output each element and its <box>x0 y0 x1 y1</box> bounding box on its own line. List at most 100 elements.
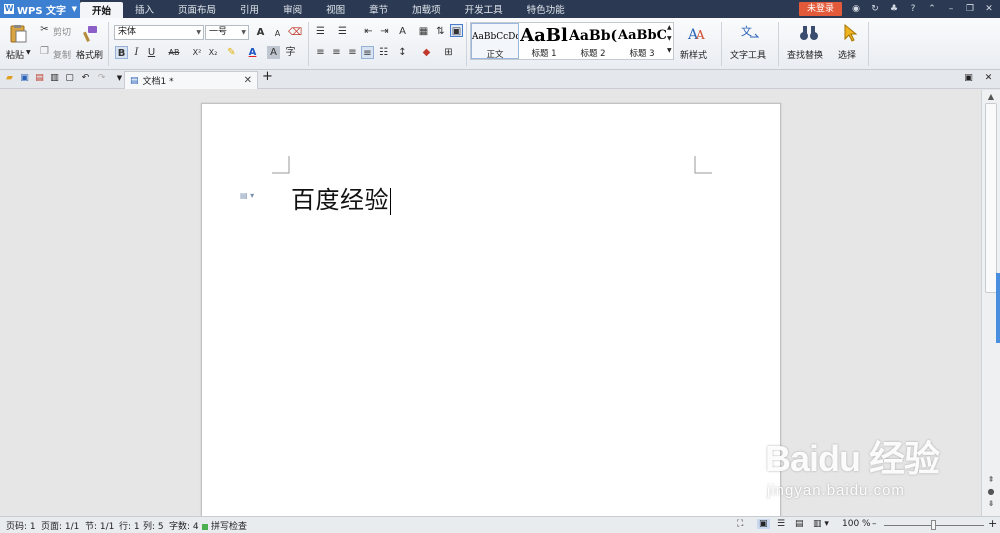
bullet-list-icon[interactable]: ☰ <box>314 25 327 38</box>
style-gallery-item[interactable]: AaBl 标题 1 <box>520 23 568 59</box>
menu-tab[interactable]: 特色功能 <box>515 0 577 18</box>
clear-format-icon[interactable]: ⌫ <box>288 26 302 39</box>
increase-indent-icon[interactable]: ⇥ <box>378 25 391 38</box>
menu-tab[interactable]: 页面布局 <box>166 0 228 18</box>
binoculars-icon[interactable] <box>799 23 819 43</box>
menu-tab[interactable]: 视图 <box>314 0 357 18</box>
gallery-scroll-up-icon[interactable]: ▲ <box>667 24 672 31</box>
align-center-icon[interactable]: ≡ <box>330 46 343 59</box>
menu-tab[interactable]: 插入 <box>123 0 166 18</box>
menu-tab[interactable]: 加载项 <box>400 0 453 18</box>
previous-page-icon[interactable]: ⇞ <box>986 475 996 485</box>
spell-check-toggle[interactable]: 拼写检查 <box>202 519 247 532</box>
zoom-slider-thumb[interactable] <box>931 520 936 530</box>
print-preview-icon[interactable]: ▢ <box>64 73 75 84</box>
reading-view-icon[interactable]: ▥ ▾ <box>813 519 829 529</box>
align-left-icon[interactable]: ≡ <box>314 46 327 59</box>
chinese-layout-icon[interactable]: A <box>396 25 409 38</box>
font-size-select[interactable]: 一号 ▼ <box>205 25 249 40</box>
paragraph-layout-icon[interactable]: ▤ ▾ <box>240 191 258 201</box>
paste-dropdown-icon[interactable]: ▼ <box>26 49 31 56</box>
shrink-font-icon[interactable]: A <box>271 27 284 40</box>
char-shading-icon[interactable]: A <box>267 46 280 59</box>
text-tools-button[interactable]: 文字工具 <box>730 48 766 61</box>
bold-button[interactable]: B <box>115 46 128 59</box>
align-right-icon[interactable]: ≡ <box>346 46 359 59</box>
save-icon[interactable]: ▣ <box>19 73 30 84</box>
menu-tab[interactable]: 引用 <box>228 0 271 18</box>
numbered-list-icon[interactable]: ☰ <box>336 25 349 38</box>
shading-icon[interactable]: ◆ <box>420 46 433 59</box>
underline-button[interactable]: U <box>145 46 158 59</box>
table-icon[interactable]: ▦ <box>417 25 430 38</box>
zoom-out-button[interactable]: – <box>872 519 877 529</box>
undo-icon[interactable]: ↶ <box>80 73 91 84</box>
redo-icon[interactable]: ↷ <box>96 73 107 84</box>
document-body-text[interactable]: 百度经验 <box>291 180 391 215</box>
open-folder-icon[interactable]: ▰ <box>4 73 15 84</box>
distribute-icon[interactable]: ☷ <box>377 46 390 59</box>
font-name-select[interactable]: 宋体 ▼ <box>114 25 204 40</box>
copy-icon[interactable]: ❐ <box>38 45 51 58</box>
show-marks-icon[interactable]: ▣ <box>450 24 463 37</box>
style-gallery-item[interactable]: AaBb(标题 2 <box>569 23 617 59</box>
sort-icon[interactable]: ⇅ <box>434 25 447 38</box>
sync-icon[interactable]: ↻ <box>870 4 880 14</box>
print-icon[interactable]: ▥ <box>49 73 60 84</box>
cut-button[interactable]: 剪切 <box>53 25 71 38</box>
pdf-export-icon[interactable]: ▤ <box>34 73 45 84</box>
menu-tab[interactable]: 开发工具 <box>453 0 515 18</box>
style-gallery-item[interactable]: AaBbC 标题 3 <box>618 23 666 59</box>
border-icon[interactable]: ⊞ <box>442 46 455 59</box>
subscript-button[interactable]: X₂ <box>206 46 220 59</box>
justify-icon[interactable]: ≡ <box>361 46 374 59</box>
collapse-ribbon-icon[interactable]: ⌃ <box>927 4 937 14</box>
cut-icon[interactable]: ✂ <box>38 23 51 36</box>
style-gallery-item[interactable]: AaBbCcDd 正文 <box>471 23 519 59</box>
document-page[interactable]: ▤ ▾ 百度经验 <box>201 103 781 523</box>
highlight-icon[interactable]: ✎ <box>225 46 238 59</box>
format-painter-button[interactable]: 格式刷 <box>76 48 103 61</box>
vertical-scrollbar[interactable]: ▲ ⇞ ● ⇟ <box>981 90 1000 516</box>
document-tab[interactable]: ▤ 文档1 * ✕ <box>124 71 258 89</box>
format-painter-icon[interactable] <box>80 24 100 44</box>
paste-button[interactable]: 粘贴 <box>6 48 24 61</box>
menu-tab[interactable]: 开始 <box>80 2 124 18</box>
scroll-up-icon[interactable]: ▲ <box>986 92 996 102</box>
strikethrough-button[interactable]: AB <box>166 46 182 59</box>
minimize-icon[interactable]: – <box>946 4 956 14</box>
text-tools-icon[interactable]: 文 <box>740 23 760 43</box>
page-view-icon[interactable]: ▣ <box>757 519 770 529</box>
find-replace-button[interactable]: 查找替换 <box>787 48 823 61</box>
web-view-icon[interactable]: ▤ <box>795 519 804 529</box>
close-doc-icon[interactable]: ✕ <box>983 73 994 84</box>
grow-font-icon[interactable]: A <box>254 26 267 39</box>
zoom-level[interactable]: 100 % <box>842 519 871 529</box>
new-style-icon[interactable]: A A <box>686 23 706 43</box>
decrease-indent-icon[interactable]: ⇤ <box>362 25 375 38</box>
superscript-button[interactable]: X² <box>190 46 204 59</box>
line-spacing-icon[interactable]: ↕ <box>396 46 409 59</box>
side-panel-tab[interactable] <box>996 273 1000 343</box>
close-icon[interactable]: ✕ <box>984 4 994 14</box>
panel-icon[interactable]: ▣ <box>963 73 974 84</box>
zoom-in-button[interactable]: + <box>988 517 997 530</box>
gallery-scroll-down-icon[interactable]: ▼ <box>667 35 672 42</box>
new-tab-icon[interactable]: + <box>262 70 273 83</box>
font-color-icon[interactable]: A <box>246 46 259 59</box>
scrollbar-thumb[interactable] <box>985 103 997 293</box>
menu-tab[interactable]: 审阅 <box>271 0 314 18</box>
select-browse-object-icon[interactable]: ● <box>986 487 996 497</box>
wps-app-menu-button[interactable]: W WPS 文字 ▼ <box>0 0 80 18</box>
restore-icon[interactable]: ❐ <box>965 4 975 14</box>
paste-icon[interactable] <box>8 24 28 44</box>
login-button[interactable]: 未登录 <box>798 2 842 16</box>
select-button[interactable]: 选择 <box>838 48 856 61</box>
gallery-more-icon[interactable]: ▼ <box>667 47 672 54</box>
status-word-count[interactable]: 字数: 4 <box>169 519 199 532</box>
phonetic-guide-icon[interactable]: 字 <box>284 46 297 59</box>
next-page-icon[interactable]: ⇟ <box>986 499 996 509</box>
outline-view-icon[interactable]: ☰ <box>777 519 785 529</box>
shirt-icon[interactable]: ♣ <box>889 4 899 14</box>
cursor-icon[interactable] <box>841 23 861 43</box>
